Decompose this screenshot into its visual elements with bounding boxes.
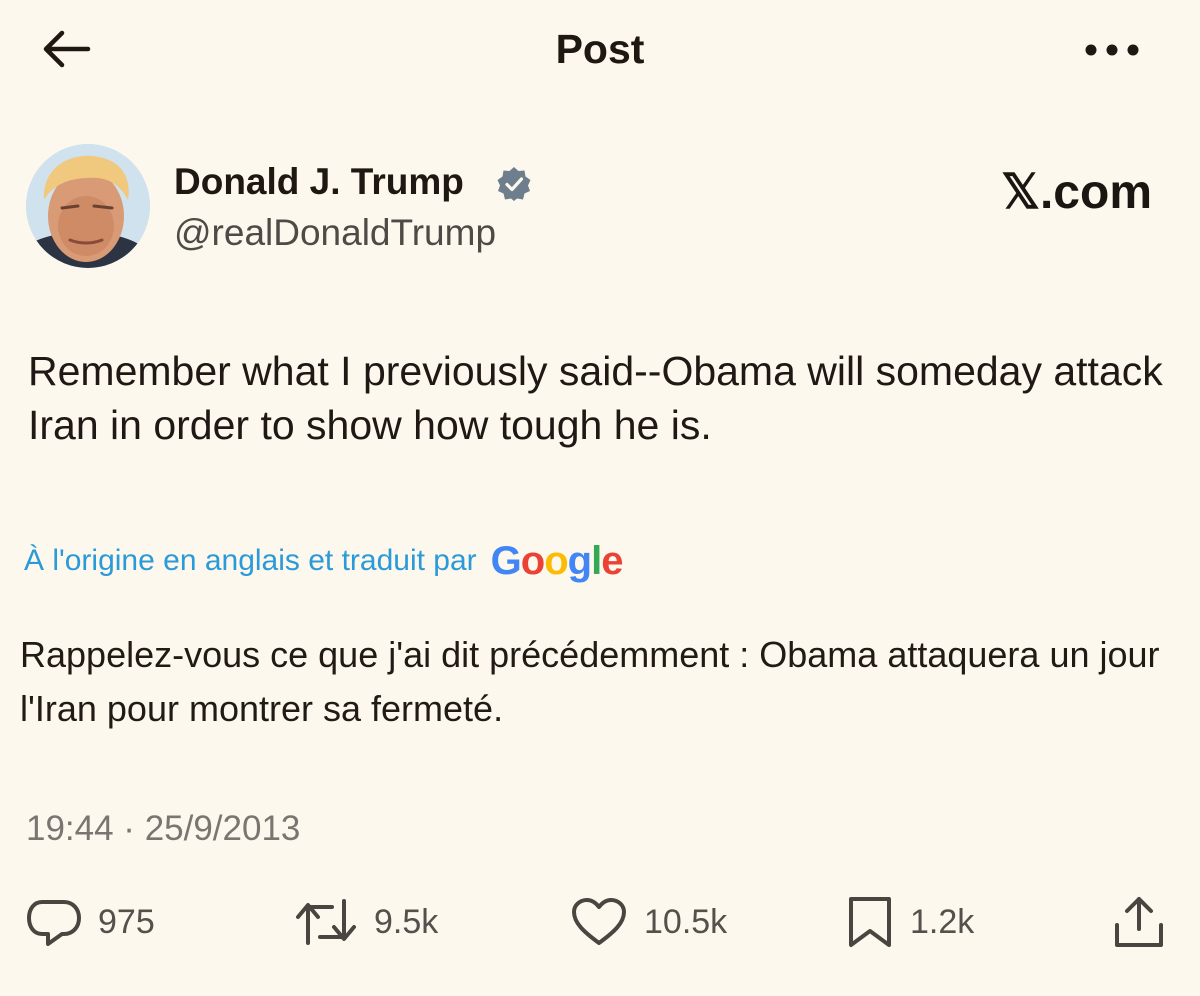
repost-count: 9.5k xyxy=(374,903,439,941)
post-timestamp[interactable]: 19:44 · 25/9/2013 xyxy=(26,806,300,852)
like-button[interactable]: 10.5k xyxy=(570,894,727,950)
share-button[interactable] xyxy=(1112,894,1166,950)
avatar[interactable] xyxy=(26,144,150,268)
reply-button[interactable]: 975 xyxy=(26,894,155,950)
bookmark-count: 1.2k xyxy=(910,903,975,941)
more-horizontal-icon xyxy=(1085,44,1139,56)
share-icon xyxy=(1115,897,1163,947)
google-logo: Google xyxy=(490,539,624,583)
reply-count: 975 xyxy=(98,903,155,941)
profile-photo xyxy=(26,144,150,268)
heart-icon xyxy=(572,898,626,945)
like-count: 10.5k xyxy=(644,903,728,941)
author-name[interactable]: Donald J. Trump xyxy=(174,158,464,206)
translation-label: À l'origine en anglais et traduit par xyxy=(24,544,477,577)
back-button[interactable] xyxy=(34,24,98,74)
top-bar: Post xyxy=(0,0,1200,100)
reply-icon xyxy=(27,900,81,946)
verified-badge-icon xyxy=(497,167,531,201)
repost-button[interactable]: 9.5k xyxy=(294,894,438,950)
bookmark-icon xyxy=(849,897,891,947)
arrow-left-icon xyxy=(43,30,91,68)
repost-icon xyxy=(296,899,356,945)
translation-attribution[interactable]: À l'origine en anglais et traduit par Go… xyxy=(24,538,624,584)
x-com-watermark: 𝕏.com xyxy=(1001,166,1152,219)
more-options-button[interactable] xyxy=(1078,28,1146,72)
post-text: Remember what I previously said--Obama w… xyxy=(28,348,1163,448)
bookmark-button[interactable]: 1.2k xyxy=(846,894,974,950)
translated-text: Rappelez-vous ce que j'ai dit précédemme… xyxy=(20,634,1160,729)
author-handle[interactable]: @realDonaldTrump xyxy=(174,210,496,256)
page-title: Post xyxy=(555,26,645,72)
